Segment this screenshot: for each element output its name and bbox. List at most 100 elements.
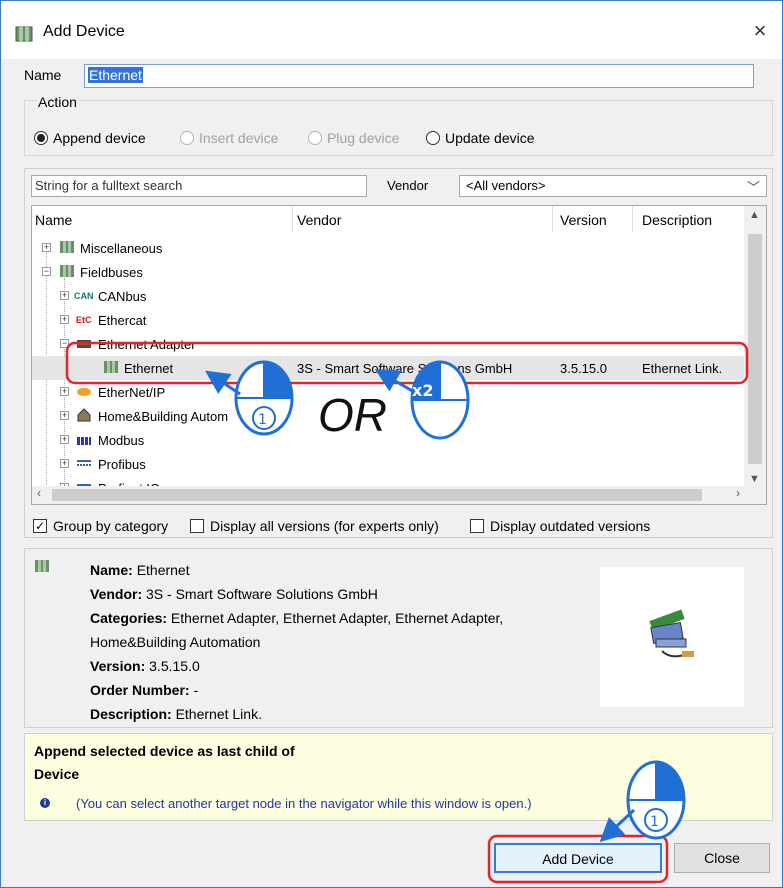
ethernet-adapter-icon (77, 340, 91, 348)
collapse-icon[interactable]: − (42, 267, 51, 276)
tree-row-ethernet[interactable]: Ethernet 3S - Smart Software Solutions G… (32, 356, 744, 380)
group-by-category-checkbox[interactable]: ✓ Group by category (33, 518, 168, 534)
tree-row-fieldbuses[interactable]: − Fieldbuses (32, 260, 744, 284)
name-field-value: Ethernet (88, 67, 143, 83)
close-icon[interactable]: × (748, 19, 772, 43)
info-name: Name: Ethernet (90, 562, 190, 578)
tree-row-ethercat[interactable]: + EtC Ethercat (32, 308, 744, 332)
expand-icon[interactable]: + (60, 411, 69, 420)
info-vendor: Vendor: 3S - Smart Software Solutions Gm… (90, 586, 378, 602)
tree-row-home-building[interactable]: + Home&Building Autom (32, 404, 744, 428)
horizontal-scrollbar[interactable]: ‹ › (32, 486, 766, 504)
info-value: - (193, 682, 199, 698)
tree-row-miscellaneous[interactable]: + Miscellaneous (32, 236, 744, 260)
info-categories-cont: Home&Building Automation (90, 634, 261, 650)
tree-row-label: Profibus (98, 456, 146, 472)
hint-line2: Device (34, 766, 80, 782)
tree-row-label: Ethernet Adapter (98, 336, 196, 352)
tree-header: Name Vendor Version Description (32, 206, 744, 234)
network-adapter-icon (649, 609, 694, 658)
info-version: Version: 3.5.15.0 (90, 658, 200, 674)
tree-row-version: 3.5.15.0 (560, 360, 607, 376)
device-folder-icon (104, 361, 118, 373)
title-bar: Add Device × (1, 1, 782, 59)
ethercat-icon: EtC (76, 315, 92, 325)
check-icon: ✓ (33, 519, 47, 533)
scroll-thumb[interactable] (748, 234, 762, 464)
display-outdated-checkbox[interactable]: Display outdated versions (470, 518, 650, 534)
info-key: Order Number: (90, 682, 190, 698)
radio-plug-device[interactable]: Plug device (308, 130, 399, 146)
chevron-down-icon: ﹀ (746, 180, 760, 195)
column-divider[interactable] (292, 206, 293, 232)
device-icon (35, 560, 49, 572)
tree-row-label: Fieldbuses (80, 264, 143, 280)
info-categories: Categories: Ethernet Adapter, Ethernet A… (90, 610, 503, 626)
close-button[interactable]: Close (674, 843, 770, 873)
expand-icon[interactable]: + (42, 243, 51, 252)
device-tree[interactable]: Name Vendor Version Description + Miscel… (31, 205, 767, 505)
column-divider[interactable] (632, 206, 633, 232)
scroll-down-icon[interactable]: ▼ (749, 473, 760, 485)
expand-icon[interactable]: + (60, 315, 69, 324)
column-header-name[interactable]: Name (35, 212, 72, 228)
checkbox-box (190, 519, 204, 533)
scroll-left-icon[interactable]: ‹ (37, 486, 41, 500)
ethernetip-icon (77, 388, 91, 396)
info-value: 3.5.15.0 (149, 658, 200, 674)
expand-icon[interactable]: + (60, 435, 69, 444)
expand-icon[interactable]: + (60, 387, 69, 396)
info-value: Ethernet Adapter, Ethernet Adapter, Ethe… (170, 610, 504, 626)
column-header-version[interactable]: Version (560, 212, 607, 228)
add-device-button[interactable]: Add Device (494, 843, 662, 873)
tree-row-canbus[interactable]: + CAN CANbus (32, 284, 744, 308)
home-icon (77, 408, 91, 422)
action-group (24, 100, 773, 156)
tree-row-ethernet-adapter[interactable]: − Ethernet Adapter (32, 332, 744, 356)
tree-row-modbus[interactable]: + Modbus (32, 428, 744, 452)
column-header-vendor[interactable]: Vendor (297, 212, 341, 228)
column-divider[interactable] (552, 206, 553, 232)
tree-row-label: Modbus (98, 432, 145, 448)
display-all-versions-checkbox[interactable]: Display all versions (for experts only) (190, 518, 439, 534)
radio-append-device[interactable]: Append device (34, 130, 146, 146)
radio-update-device[interactable]: Update device (426, 130, 535, 146)
name-field[interactable]: Ethernet (84, 64, 754, 88)
radio-selected-icon (34, 131, 48, 145)
radio-icon (426, 131, 440, 145)
info-value: Ethernet Link. (175, 706, 262, 722)
vertical-scrollbar[interactable]: ▲ ▼ (744, 206, 766, 488)
info-key: Name: (90, 562, 133, 578)
expand-icon[interactable]: + (60, 291, 69, 300)
device-folder-icon (60, 265, 74, 277)
expand-icon[interactable]: + (60, 459, 69, 468)
radio-icon (308, 131, 322, 145)
tree-row-label: Ethercat (98, 312, 147, 328)
tree-row-profibus[interactable]: + Profibus (32, 452, 744, 476)
radio-label: Plug device (327, 130, 400, 146)
tree-row-label: EtherNet/IP (98, 384, 166, 400)
or-label: OR (318, 389, 387, 441)
tree-row-ethernetip[interactable]: + EtherNet/IP (32, 380, 744, 404)
column-header-description[interactable]: Description (642, 212, 712, 228)
checkbox-label: Display all versions (for experts only) (210, 518, 439, 534)
radio-label: Insert device (199, 130, 279, 146)
device-folder-icon (60, 241, 74, 253)
radio-insert-device[interactable]: Insert device (180, 130, 278, 146)
scroll-up-icon[interactable]: ▲ (749, 209, 760, 221)
radio-label: Update device (445, 130, 535, 146)
info-key: Categories: (90, 610, 168, 626)
vendor-select[interactable]: <All vendors> ﹀ (459, 175, 767, 197)
info-description: Description: Ethernet Link. (90, 706, 262, 722)
info-value: 3S - Smart Software Solutions GmbH (146, 586, 378, 602)
search-input[interactable]: String for a fulltext search (31, 175, 367, 197)
scroll-thumb[interactable] (52, 489, 702, 501)
info-icon: i (40, 798, 50, 808)
collapse-icon[interactable]: − (60, 339, 69, 348)
tree-row-label: Miscellaneous (80, 240, 163, 256)
radio-label: Append device (53, 130, 146, 146)
name-label: Name (24, 67, 62, 83)
scroll-right-icon[interactable]: › (736, 486, 740, 500)
info-value: Ethernet (136, 562, 190, 578)
hint-note: (You can select another target node in t… (76, 796, 532, 811)
